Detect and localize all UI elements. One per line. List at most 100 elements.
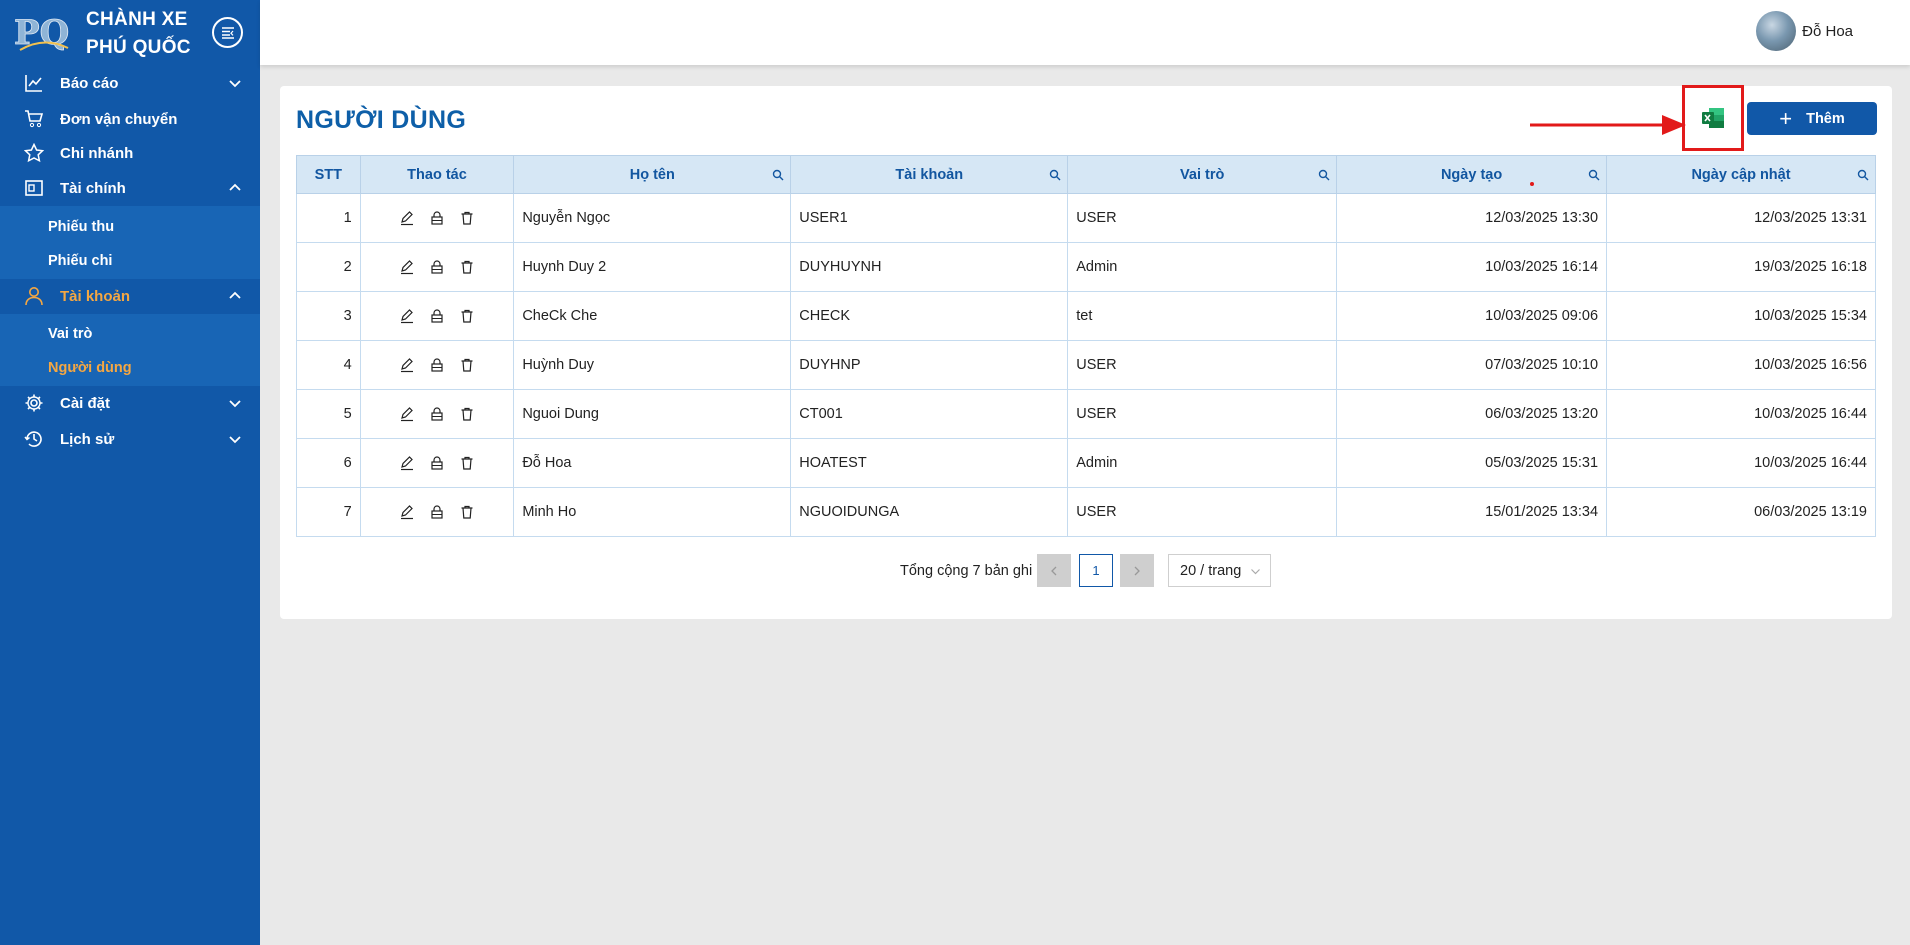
sidebar-item-accounts[interactable]: Tài khoản [0,279,260,313]
column-header[interactable]: Vai trò [1067,155,1338,194]
lock-icon[interactable] [429,455,445,471]
lock-icon[interactable] [429,259,445,275]
avatar[interactable] [1756,11,1796,51]
cell-created: 07/03/2025 10:10 [1336,340,1608,390]
add-button-label: Thêm [1806,110,1845,127]
add-user-button[interactable]: + Thêm [1747,102,1877,135]
search-icon[interactable] [1588,169,1600,181]
edit-icon[interactable] [399,504,415,520]
edit-icon[interactable] [399,406,415,422]
sidebar-item-settings[interactable]: Cài đặt [0,386,260,420]
edit-icon[interactable] [399,308,415,324]
cell-stt: 4 [296,340,361,390]
star-icon [24,143,44,163]
chevron-down-icon [229,80,241,88]
chevron-down-icon [1251,569,1260,575]
delete-icon[interactable] [459,406,475,422]
history-icon [24,431,42,447]
search-icon[interactable] [1857,169,1869,181]
cell-name: CheCk Che [513,291,792,341]
delete-icon[interactable] [459,455,475,471]
cell-role: Admin [1067,438,1338,488]
edit-icon[interactable] [399,455,415,471]
cell-account: USER1 [790,193,1069,243]
lock-icon[interactable] [429,357,445,373]
prev-page-button[interactable] [1037,554,1071,587]
cell-name: Nguyễn Ngọc [513,193,792,243]
page-size-select[interactable]: 20 / trang [1168,554,1271,587]
cell-stt: 1 [296,193,361,243]
annotation-dot [1530,182,1534,186]
column-header[interactable]: Ngày tạo [1336,155,1608,194]
chevron-left-icon [1051,566,1057,575]
sidebar-item-finance[interactable]: Tài chính [0,171,260,205]
cell-name: Nguoi Dung [513,389,792,439]
lock-icon[interactable] [429,308,445,324]
cell-created: 06/03/2025 13:20 [1336,389,1608,439]
pagination: Tổng cộng 7 bản ghi 1 20 / trang [280,554,1892,588]
delete-icon[interactable] [459,259,475,275]
cell-created: 15/01/2025 13:34 [1336,487,1608,537]
search-icon[interactable] [1318,169,1330,181]
brand-line2: PHÚ QUỐC [86,37,191,58]
cell-stt: 3 [296,291,361,341]
lock-icon[interactable] [429,406,445,422]
chevron-right-icon [1134,566,1140,575]
excel-icon [1702,108,1724,128]
table-row: 5 Nguoi Dung CT001 USER 06/03/2025 13:20 10/0… [296,389,1876,439]
edit-icon[interactable] [399,357,415,373]
cell-stt: 7 [296,487,361,537]
table-row: 3 CheCk Che CHECK tet 10/03/2025 09:06 10/03/… [296,291,1876,341]
cell-account: CT001 [790,389,1069,439]
export-excel-button[interactable] [1682,85,1744,151]
cell-stt: 6 [296,438,361,488]
sidebar-item-branches[interactable]: Chi nhánh [0,136,260,170]
content-card: NGƯỜI DÙNG + Thêm STT Thao tác Họ tên Tà [280,85,1892,619]
username[interactable]: Đỗ Hoa [1802,23,1853,40]
delete-icon[interactable] [459,504,475,520]
sidebar-subitem-receipts[interactable]: Phiếu thu [0,210,260,244]
cell-role: Admin [1067,242,1338,292]
lock-icon[interactable] [429,210,445,226]
table-row: 1 Nguyễn Ngọc USER1 USER 12/03/2025 13:30 12/… [296,193,1876,243]
search-icon[interactable] [1049,169,1061,181]
cell-updated: 10/03/2025 15:34 [1606,291,1876,341]
next-page-button[interactable] [1120,554,1154,587]
cell-created: 12/03/2025 13:30 [1336,193,1608,243]
sidebar-item-reports[interactable]: Báo cáo [0,66,260,100]
table-row: 7 Minh Ho NGUOIDUNGA USER 15/01/2025 13:34 06… [296,487,1876,537]
menu-toggle-button[interactable] [212,17,243,48]
column-header[interactable]: Họ tên [513,155,792,194]
sidebar-subitem-users[interactable]: Người dùng [0,351,260,385]
delete-icon[interactable] [459,357,475,373]
cell-role: tet [1067,291,1338,341]
column-header[interactable]: Ngày cập nhật [1606,155,1876,194]
sidebar: PQ CHÀNH XE PHÚ QUỐC Báo cáo Đơn vận chu… [0,0,260,945]
menu-collapse-icon [221,26,234,39]
cell-name: Minh Ho [513,487,792,537]
wallet-icon [25,180,43,196]
cell-updated: 06/03/2025 13:19 [1606,487,1876,537]
edit-icon[interactable] [399,259,415,275]
sidebar-item-history[interactable]: Lịch sử [0,422,260,456]
page-title: NGƯỜI DÙNG [296,106,467,134]
cell-name: Huynh Duy 2 [513,242,792,292]
delete-icon[interactable] [459,308,475,324]
sidebar-item-shipping[interactable]: Đơn vận chuyển [0,102,260,136]
page-button-current[interactable]: 1 [1079,554,1113,587]
cell-updated: 12/03/2025 13:31 [1606,193,1876,243]
page-size-value: 20 / trang [1180,562,1242,579]
cell-account: DUYHUYNH [790,242,1069,292]
cell-updated: 10/03/2025 16:56 [1606,340,1876,390]
sidebar-subitem-payments[interactable]: Phiếu chi [0,244,260,278]
sidebar-subitem-roles[interactable]: Vai trò [0,317,260,351]
search-icon[interactable] [772,169,784,181]
delete-icon[interactable] [459,210,475,226]
cell-updated: 19/03/2025 16:18 [1606,242,1876,292]
sidebar-item-label: Cài đặt [60,394,111,412]
svg-text:PQ: PQ [14,13,69,53]
lock-icon[interactable] [429,504,445,520]
edit-icon[interactable] [399,210,415,226]
cell-updated: 10/03/2025 16:44 [1606,438,1876,488]
column-header[interactable]: Tài khoản [790,155,1069,194]
